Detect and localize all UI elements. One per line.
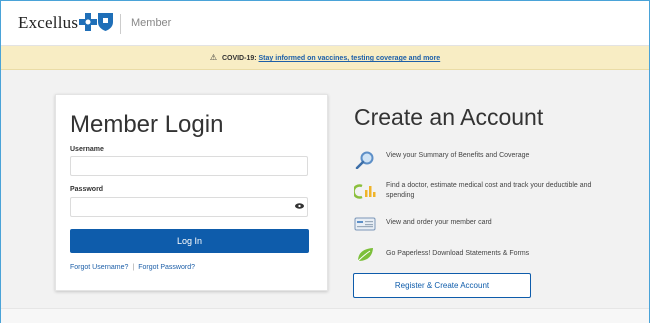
login-title: Member Login: [70, 111, 224, 138]
header-divider: [120, 14, 121, 34]
forgot-password-link[interactable]: Forgot Password?: [138, 264, 195, 271]
forgot-links: Forgot Username? | Forgot Password?: [70, 264, 195, 271]
alert-prefix: COVID-19:: [221, 55, 257, 62]
password-input[interactable]: [70, 197, 308, 217]
chart-icon: [354, 184, 376, 199]
blue-cross-icon: [79, 13, 97, 31]
brand-logo-text[interactable]: Excellus: [18, 13, 78, 33]
username-input[interactable]: [70, 156, 308, 176]
feature-text: Go Paperless! Download Statements & Form…: [386, 250, 530, 257]
blue-shield-icon: [98, 13, 113, 31]
username-label: Username: [70, 146, 104, 153]
feature-text: Find a doctor, estimate medical cost and…: [386, 182, 592, 199]
magnifier-icon: [355, 151, 374, 169]
feature-text: View your Summary of Benefits and Covera…: [386, 152, 530, 159]
leaf-icon: [357, 248, 373, 262]
member-tab[interactable]: Member: [131, 17, 171, 29]
create-account-title: Create an Account: [354, 104, 544, 130]
forgot-username-link[interactable]: Forgot Username?: [70, 264, 128, 271]
link-separator: |: [132, 264, 135, 271]
login-button[interactable]: Log In: [70, 229, 309, 253]
covid-alert-banner: ⚠ COVID-19: Stay informed on vaccines, t…: [1, 46, 649, 70]
password-label: Password: [70, 186, 104, 193]
register-button[interactable]: Register & Create Account: [353, 273, 531, 298]
footer-strip: [1, 308, 649, 323]
member-card-icon: [354, 217, 376, 231]
feature-text: View and order your member card: [386, 219, 492, 226]
show-password-eye-icon[interactable]: [295, 203, 304, 209]
site-header: Excellus Member: [1, 1, 649, 46]
alert-link[interactable]: Stay informed on vaccines, testing cover…: [259, 55, 441, 62]
warning-icon: ⚠: [209, 53, 217, 62]
